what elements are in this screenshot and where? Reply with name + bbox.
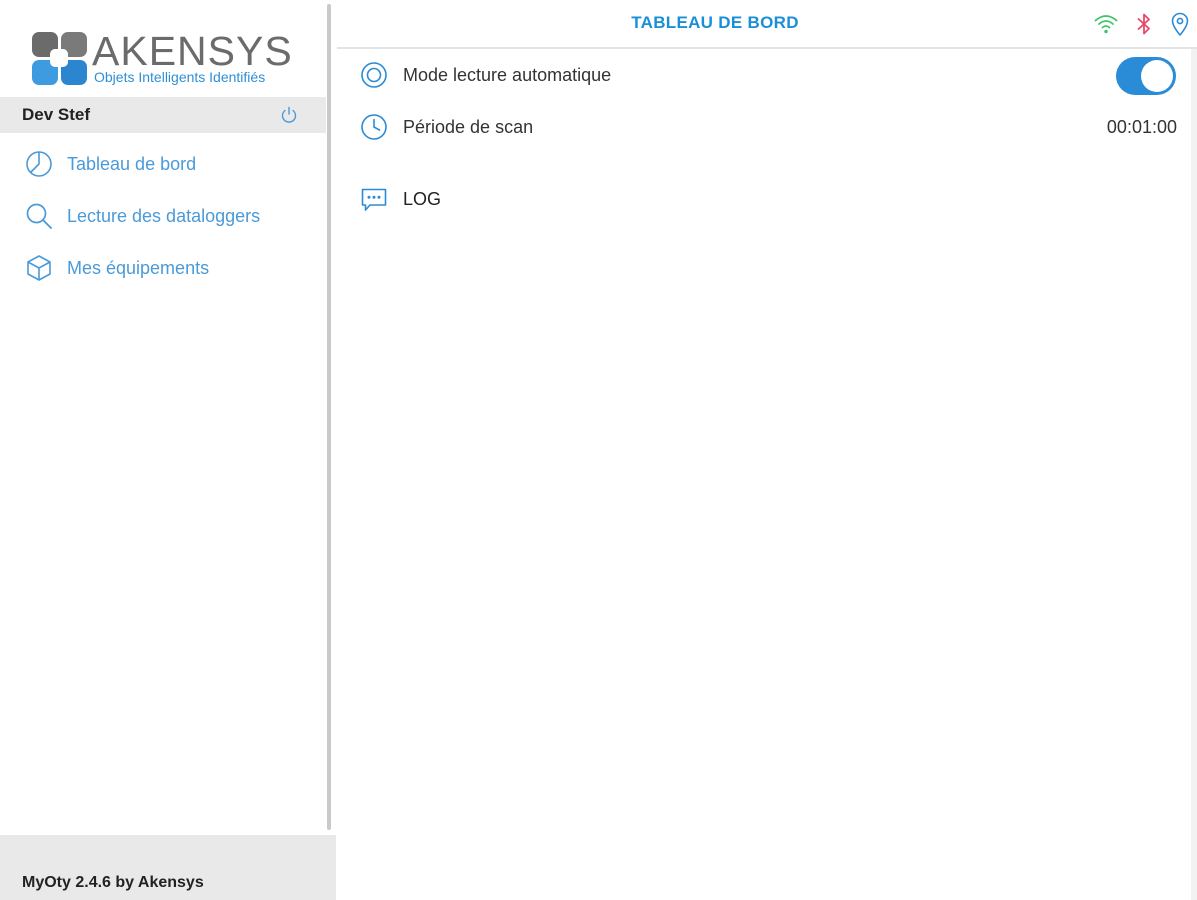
scan-period-row[interactable]: Période de scan 00:01:00	[337, 104, 1197, 150]
sidebar-footer: MyOty 2.4.6 by Akensys	[0, 835, 336, 900]
logo-mark-icon	[32, 32, 87, 85]
pie-chart-icon	[26, 151, 52, 177]
sidebar-item-label: Lecture des dataloggers	[67, 205, 261, 226]
sidebar-scrollbar[interactable]	[327, 4, 331, 830]
location-pin-icon	[1171, 12, 1189, 36]
scan-period-label: Période de scan	[403, 117, 534, 137]
app-root: AKENSYS Objets Intelligents Identifiés D…	[0, 0, 1197, 900]
sidebar-item-mes-equipements[interactable]: Mes équipements	[0, 242, 326, 294]
sidebar-item-tableau-de-bord[interactable]: Tableau de bord	[0, 138, 326, 190]
power-icon[interactable]	[278, 104, 300, 126]
log-label: LOG	[403, 189, 442, 209]
auto-read-row: Mode lecture automatique	[337, 52, 1197, 98]
wifi-icon	[1094, 15, 1118, 34]
auto-read-label: Mode lecture automatique	[403, 65, 612, 85]
logo-brand-text: AKENSYS	[92, 28, 293, 74]
status-icons	[1093, 11, 1193, 37]
logo-tagline: Objets Intelligents Identifiés	[94, 69, 266, 85]
chat-bubble-icon	[361, 188, 387, 211]
sidebar-item-lecture-dataloggers[interactable]: Lecture des dataloggers	[0, 190, 326, 242]
search-icon	[26, 203, 52, 229]
main-panel: TABLEAU DE BORD Mode lecture automatique…	[337, 0, 1197, 900]
user-name: Dev Stef	[22, 105, 91, 124]
app-version: MyOty 2.4.6 by Akensys	[22, 874, 204, 891]
user-bar: Dev Stef	[0, 97, 332, 133]
sidebar-nav: Tableau de bord Lecture des dataloggers …	[0, 138, 326, 294]
akensys-logo: AKENSYS Objets Intelligents Identifiés	[30, 28, 310, 90]
toggle-knob	[1141, 60, 1173, 92]
page-title: TABLEAU DE BORD	[631, 13, 799, 32]
scan-period-value: 00:01:00	[1106, 117, 1177, 137]
top-bar: TABLEAU DE BORD	[337, 0, 1197, 49]
sidebar-item-label: Tableau de bord	[67, 153, 197, 174]
target-icon	[361, 62, 387, 88]
clock-icon	[361, 114, 387, 140]
bluetooth-icon	[1137, 13, 1150, 35]
main-scroll-track	[1191, 49, 1197, 900]
sidebar: AKENSYS Objets Intelligents Identifiés D…	[0, 0, 336, 900]
sidebar-item-label: Mes équipements	[67, 257, 210, 278]
cube-icon	[27, 255, 51, 281]
auto-read-toggle[interactable]	[1116, 57, 1176, 95]
log-row[interactable]: LOG	[337, 176, 1197, 222]
